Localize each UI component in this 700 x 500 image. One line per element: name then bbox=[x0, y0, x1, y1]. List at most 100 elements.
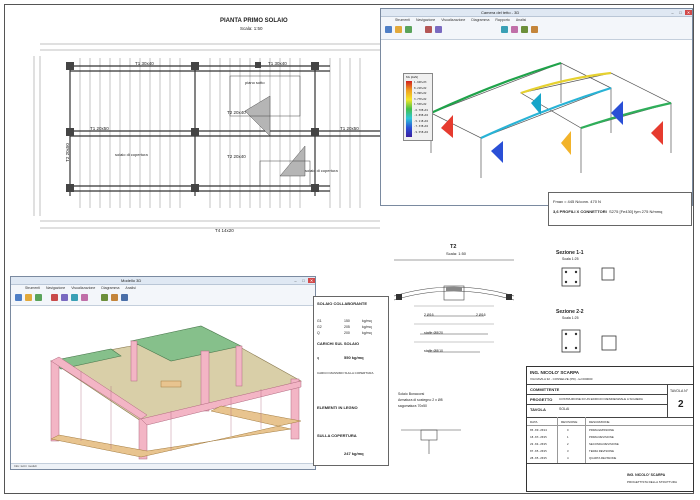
maximize-icon[interactable]: □ bbox=[677, 10, 684, 15]
section-2-drawing bbox=[561, 329, 617, 353]
rev-header: DATA bbox=[530, 420, 538, 424]
column-icon[interactable] bbox=[111, 294, 118, 301]
model-3d-window[interactable]: Modello 3D – □ ✕ Strumenti Navigazione V… bbox=[10, 276, 316, 470]
rev-description: TERZA REVISIONE bbox=[589, 449, 615, 453]
undo-icon[interactable] bbox=[425, 26, 432, 33]
open-icon[interactable] bbox=[395, 26, 402, 33]
ribbon-tab[interactable]: Navigazione bbox=[416, 18, 435, 22]
calc-heading: CARICHI SUL SOLAIO bbox=[317, 341, 360, 346]
legend-value: 8.21E+02 bbox=[414, 86, 427, 90]
rev-description: PRIMA EMISSIONE bbox=[589, 428, 615, 432]
calc-total-value: 247 kg/mq bbox=[344, 451, 364, 456]
calc-footnote: CARICO MASSIMO SULLA COPERTURA bbox=[317, 371, 374, 375]
fem-title-bar[interactable]: Camera del tetto - 3D – □ ✕ bbox=[381, 9, 692, 17]
calc-panel: SOLAIO COLLABORANTE G1 150 kg/mq G2 205 … bbox=[313, 296, 389, 466]
model-3d-view[interactable] bbox=[21, 311, 311, 461]
side-section-scale: Scala 1:25 bbox=[562, 316, 579, 320]
new-icon[interactable] bbox=[15, 294, 22, 301]
delete-icon[interactable] bbox=[51, 294, 58, 301]
close-icon[interactable]: ✕ bbox=[685, 10, 692, 15]
rev-header: DESCRIZIONE bbox=[589, 420, 610, 424]
plan-beam-label: T4 14x20 bbox=[215, 228, 234, 233]
calc-heading: SULLA COPERTURA bbox=[317, 433, 357, 438]
view-icon[interactable] bbox=[501, 26, 508, 33]
pattern-note: Solaio Bonacorsi bbox=[398, 392, 425, 396]
calc-row-value: 200 bbox=[344, 331, 350, 335]
plan-beam-label: T1 20x50 bbox=[90, 126, 109, 131]
tavola-label: TAVOLA bbox=[530, 407, 546, 412]
analysis-icon[interactable] bbox=[531, 26, 538, 33]
save-icon[interactable] bbox=[35, 294, 42, 301]
legend-gradient bbox=[406, 81, 412, 137]
calc-row-label: Q bbox=[317, 331, 320, 335]
model-title-bar[interactable]: Modello 3D – □ ✕ bbox=[11, 277, 315, 285]
ribbon-tab[interactable]: Rapporto bbox=[495, 18, 509, 22]
rev-date: 28-05-2015 bbox=[530, 456, 547, 460]
minimize-icon[interactable]: – bbox=[292, 278, 299, 283]
new-icon[interactable] bbox=[385, 26, 392, 33]
ribbon-tab[interactable]: Diagramma bbox=[471, 18, 489, 22]
section-note: 2 Ø16 bbox=[424, 313, 434, 317]
save-icon[interactable] bbox=[405, 26, 412, 33]
fem-window-title: Camera del tetto - 3D bbox=[481, 10, 520, 15]
fem-result-window[interactable]: Camera del tetto - 3D – □ ✕ Strumenti Na… bbox=[380, 8, 693, 206]
legend-value: -7.33E+02 bbox=[414, 125, 429, 128]
ribbon-tab[interactable]: Strumenti bbox=[25, 286, 40, 290]
legend-value: -6.70E+01 bbox=[414, 108, 429, 112]
plan-beam-label: T1 20x50 bbox=[340, 126, 359, 131]
open-icon[interactable] bbox=[25, 294, 32, 301]
connector-panel: Fmax = 445 N/conn. 470 N 3,6 PROFILI X C… bbox=[548, 192, 692, 226]
plan-beam-label: T2 20x40 bbox=[227, 110, 246, 115]
fem-3d-view[interactable] bbox=[411, 43, 691, 193]
rotate-icon[interactable] bbox=[81, 294, 88, 301]
slab-icon[interactable] bbox=[121, 294, 128, 301]
ribbon-tab[interactable]: Analisi bbox=[125, 286, 135, 290]
progetto-label: PROGETTO bbox=[530, 397, 553, 402]
model-status-bar: Info: tutti i moduli bbox=[11, 463, 315, 469]
calc-row-unit: kg/mq bbox=[362, 331, 372, 335]
side-section-title: Sezione 2-2 bbox=[556, 309, 584, 315]
legend-value: -9.55E+02 bbox=[414, 130, 429, 134]
fem-color-legend[interactable]: Mx [daN] 1.04E+03 8.21E+02 5.99E+02 3.77… bbox=[403, 73, 433, 141]
connector-line: Fmax = 445 N/conn. 470 N bbox=[553, 199, 601, 204]
ribbon-tab[interactable]: Diagramma bbox=[101, 286, 119, 290]
section-title: T2 bbox=[450, 244, 457, 250]
ribbon-tab[interactable]: Navigazione bbox=[46, 286, 65, 290]
rev-date: 05-09-2014 bbox=[530, 428, 547, 432]
plan-area-label: solaio di copertura bbox=[115, 152, 148, 157]
connector-line: S275 [Fe430] fym 275 N/mmq bbox=[609, 209, 663, 214]
section-drawing bbox=[393, 259, 515, 353]
section-note: 2 Ø16 bbox=[476, 313, 486, 317]
engineer-address: VIA DAVILA 32 - CONSELVE (PD) - tel 0000… bbox=[530, 377, 593, 381]
tavola-number: 2 bbox=[678, 399, 684, 410]
section-note: staffe Ø8/20 bbox=[424, 331, 444, 335]
rev-date: 07-05-2015 bbox=[530, 449, 547, 453]
redo-icon[interactable] bbox=[435, 26, 442, 33]
plan-area-label: solaio di copertura bbox=[305, 168, 338, 173]
beam-icon[interactable] bbox=[101, 294, 108, 301]
report-icon[interactable] bbox=[521, 26, 528, 33]
rev-header: REVISIONE bbox=[561, 420, 578, 424]
legend-value: 1.55E+02 bbox=[414, 103, 427, 106]
detail-drawing bbox=[401, 429, 461, 454]
minimize-icon[interactable]: – bbox=[669, 10, 676, 15]
move-icon[interactable] bbox=[71, 294, 78, 301]
plan-beam-label: T2 20x50 bbox=[64, 143, 70, 162]
pattern-note: sagomatura 70x50 bbox=[398, 404, 427, 408]
section-note: staffe Ø8/10 bbox=[424, 349, 444, 353]
close-icon[interactable]: ✕ bbox=[308, 278, 315, 283]
ribbon-tab[interactable]: Analisi bbox=[516, 18, 526, 22]
pattern-note: Armatura di sostegno 2 x Ø8 bbox=[398, 398, 443, 402]
engineer-name: ING. NICOLO' SCARPA bbox=[530, 370, 579, 375]
select-icon[interactable] bbox=[61, 294, 68, 301]
ribbon-tab[interactable]: Strumenti bbox=[395, 18, 410, 22]
ribbon-tab[interactable]: Visualizzazione bbox=[441, 18, 465, 22]
ribbon-tab[interactable]: Visualizzazione bbox=[71, 286, 95, 290]
rev-number: 2 bbox=[567, 442, 569, 446]
calc-row-unit: kg/mq bbox=[362, 319, 372, 323]
maximize-icon[interactable]: □ bbox=[300, 278, 307, 283]
plan-title: PIANTA PRIMO SOLAIO bbox=[220, 18, 288, 24]
diagram-icon[interactable] bbox=[511, 26, 518, 33]
legend-value: 1.04E+03 bbox=[414, 81, 427, 84]
fem-ribbon: Strumenti Navigazione Visualizzazione Di… bbox=[381, 17, 692, 40]
